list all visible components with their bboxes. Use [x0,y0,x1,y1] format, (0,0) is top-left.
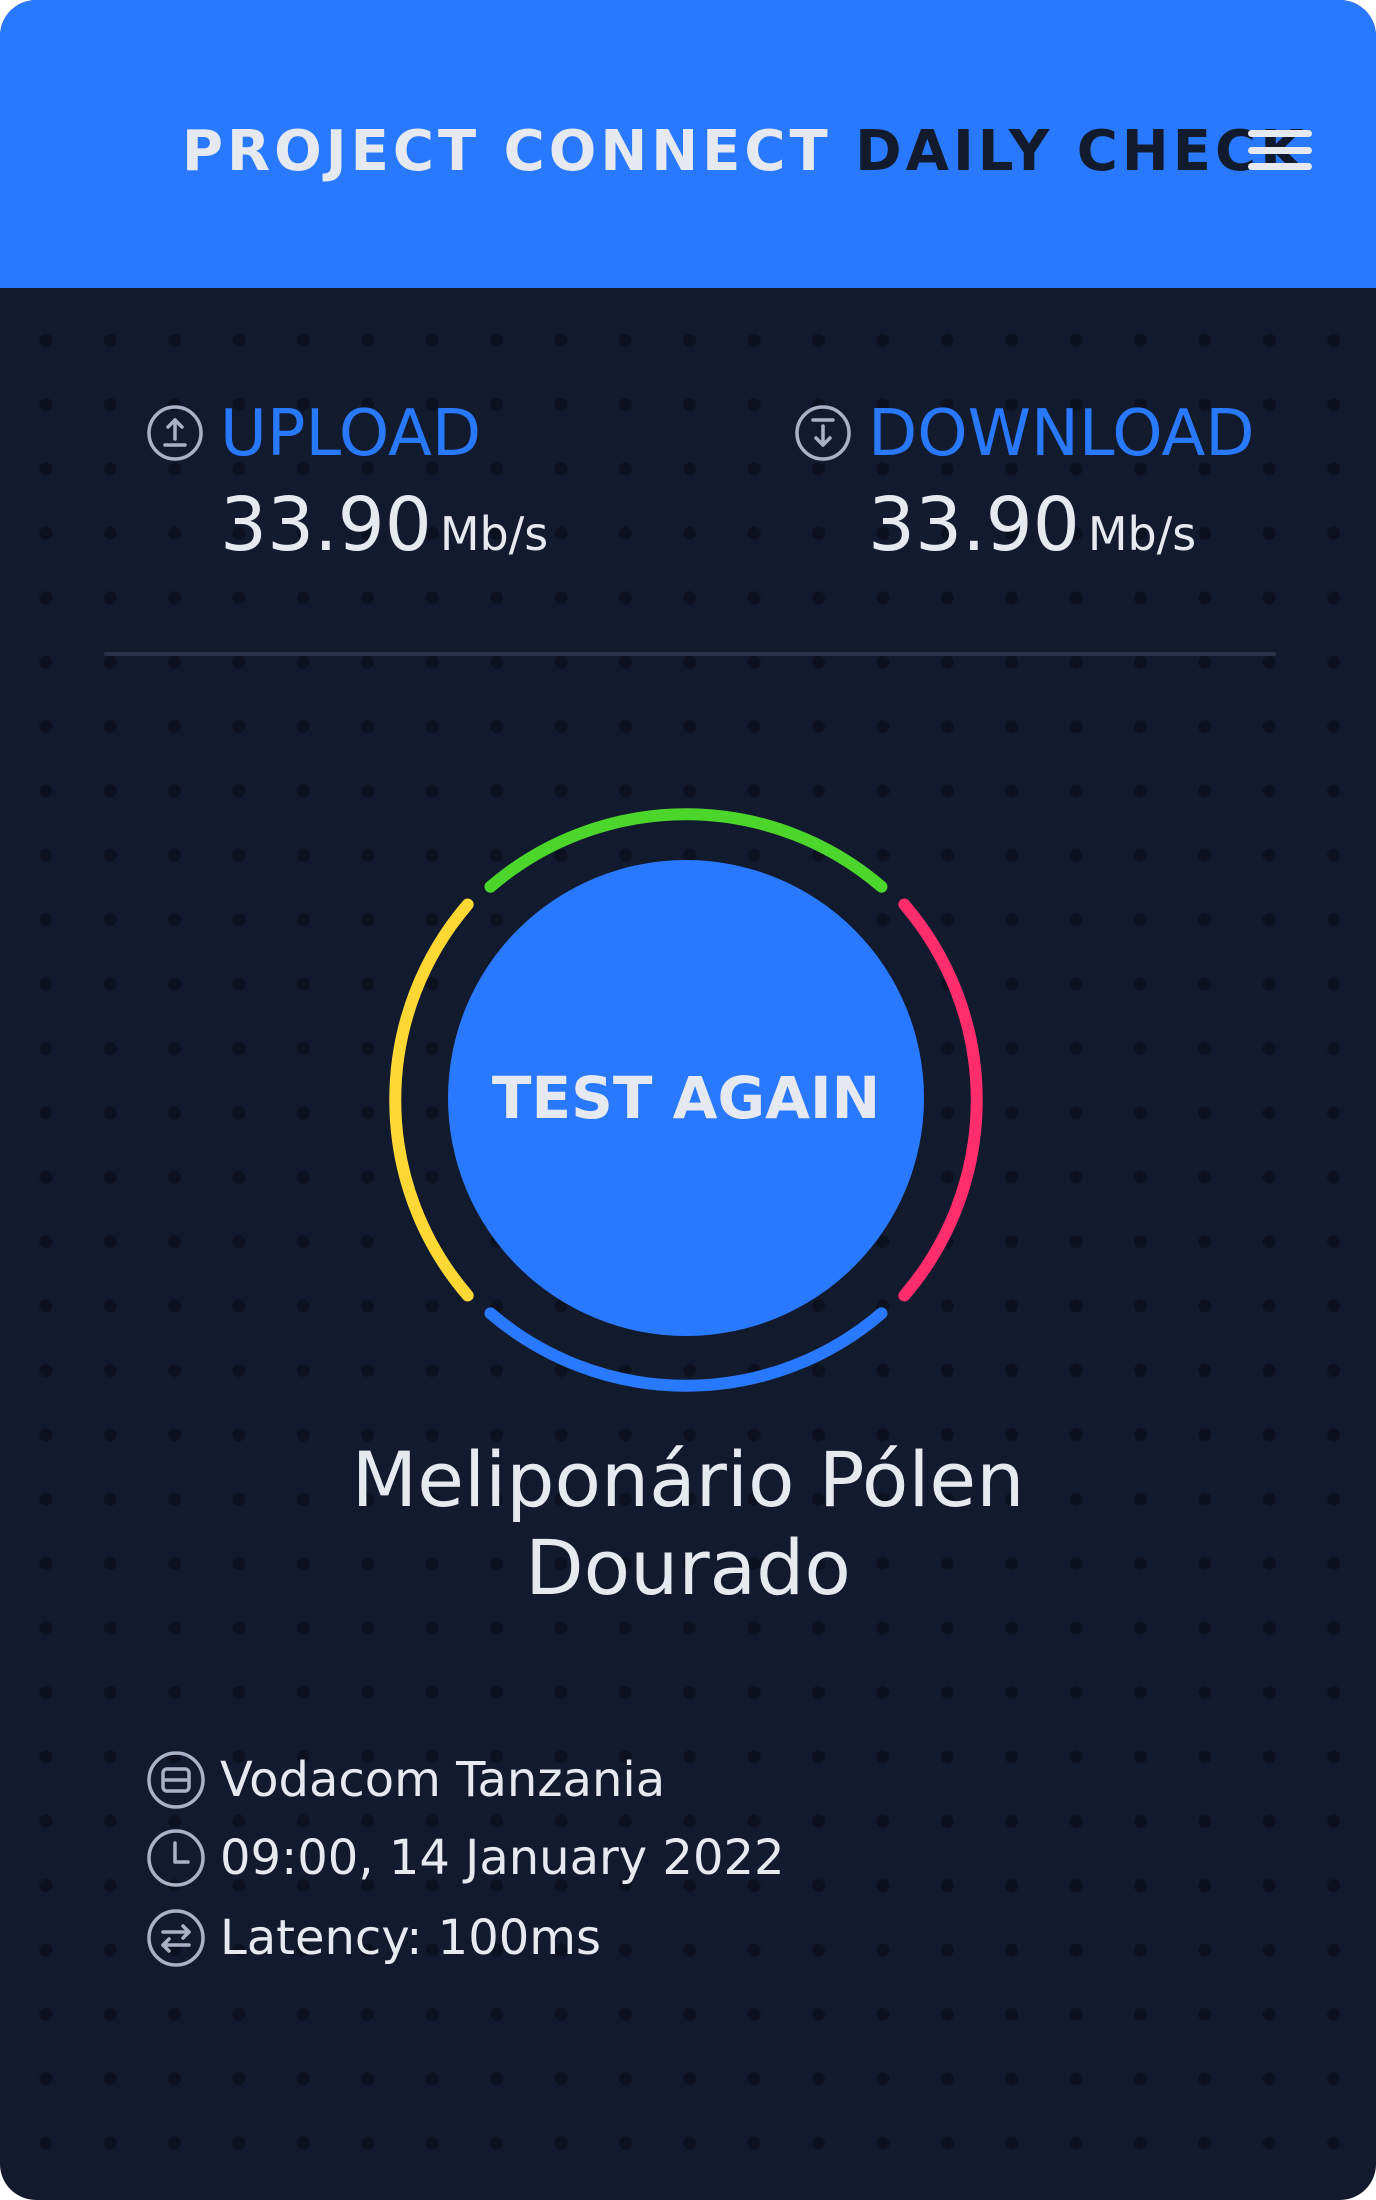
download-value: 33.90 Mb/s [868,480,1196,590]
app-title-part1: PROJECT CONNECT [182,119,832,184]
menu-bar-bottom [1248,163,1312,170]
school-name-line1: Meliponário Pólen [351,1435,1025,1524]
test-again-button[interactable]: TEST AGAIN [448,860,924,1336]
hamburger-menu-icon[interactable] [1244,124,1316,176]
upload-label: UPLOAD [220,397,482,471]
school-name-line2: Dourado [525,1523,851,1612]
upload-value: 33.90 Mb/s [220,480,548,590]
upload-speed: 33.90 [220,482,432,568]
app-title: PROJECT CONNECT DAILY CHECK [182,112,1308,192]
menu-bar-top [1248,130,1312,137]
upload-unit: Mb/s [439,507,549,561]
app-header: PROJECT CONNECT DAILY CHECK [0,0,1376,288]
isp-icon [147,1751,205,1809]
upload-circle-icon [147,405,203,461]
download-label: DOWNLOAD [868,397,1255,471]
menu-bar-middle [1248,146,1312,154]
download-circle-icon [795,405,851,461]
provider-name: Vodacom Tanzania [220,1752,666,1808]
clock-icon [147,1829,205,1887]
app-frame: PROJECT CONNECT DAILY CHECK UPLOAD 33.90… [0,0,1376,2200]
school-name: Meliponário Pólen Dourado [288,1436,1088,1612]
test-datetime: 09:00, 14 January 2022 [220,1830,785,1886]
download-unit: Mb/s [1087,507,1197,561]
app-title-part2: DAILY CHECK [855,119,1308,184]
latency-value: Latency: 100ms [220,1910,602,1966]
section-divider [104,652,1276,656]
download-speed: 33.90 [868,482,1080,568]
transfer-arrows-icon [147,1909,205,1967]
